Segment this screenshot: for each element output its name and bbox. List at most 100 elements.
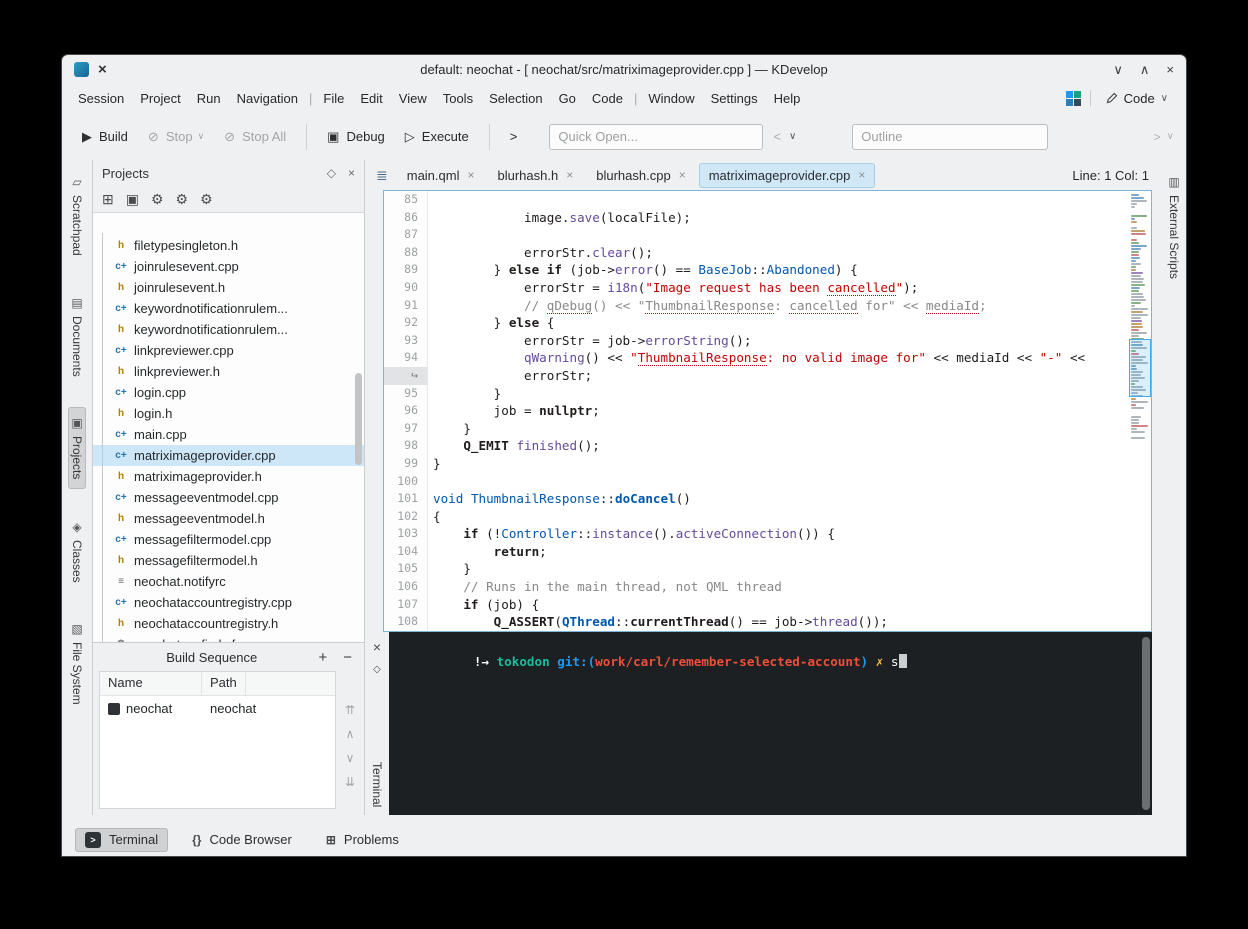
tree-item-neochatconfig-kcfg[interactable]: ⚙neochatconfig.kcfg <box>93 634 364 642</box>
column-header-path[interactable]: Path <box>202 672 246 695</box>
minimap-viewport[interactable] <box>1129 339 1151 397</box>
remove-icon[interactable]: − <box>343 649 352 666</box>
chevron-down-icon[interactable]: ∨ <box>789 131 796 142</box>
tree-item-login-cpp[interactable]: c+login.cpp <box>93 382 364 403</box>
terminal-scrollbar[interactable] <box>1142 637 1150 810</box>
tree-item-keywordnotificationrulem[interactable]: c+keywordnotificationrulem... <box>93 298 364 319</box>
editor-tab-main-qml[interactable]: main.qml× <box>397 163 485 188</box>
chevron-down-icon[interactable]: ∨ <box>1167 131 1174 142</box>
close-icon[interactable]: × <box>373 640 381 654</box>
area-code-dropdown[interactable]: Code ∨ <box>1100 87 1174 110</box>
editor-tab-blurhash-h[interactable]: blurhash.h× <box>488 163 584 188</box>
statusbar-problems[interactable]: ⊞Problems <box>316 828 409 851</box>
tree-item-neochat-notifyrc[interactable]: ≡neochat.notifyrc <box>93 571 364 592</box>
tree-item-matriximageprovider-cpp[interactable]: c+matriximageprovider.cpp <box>93 445 364 466</box>
new-item-icon[interactable]: ⊞ <box>102 191 114 208</box>
menu-help[interactable]: Help <box>766 86 809 111</box>
float-icon[interactable]: ◇ <box>373 664 381 675</box>
toolbar-button-label: Debug <box>346 129 384 144</box>
tree-item-login-h[interactable]: hlogin.h <box>93 403 364 424</box>
dock-tab-documents[interactable]: ▤Documents <box>68 287 86 386</box>
dock-tab-classes[interactable]: ◈Classes <box>68 511 86 592</box>
tree-item-messagefiltermodel-h[interactable]: hmessagefiltermodel.h <box>93 550 364 571</box>
close-button[interactable]: × <box>1166 63 1174 76</box>
menu-file[interactable]: File <box>315 86 352 111</box>
tree-item-filetypesingleton-h[interactable]: hfiletypesingleton.h <box>93 235 364 256</box>
locate-document-icon[interactable]: ▣ <box>126 191 139 208</box>
chevron-down-icon: ∨ <box>198 132 205 141</box>
tree-item-linkpreviewer-cpp[interactable]: c+linkpreviewer.cpp <box>93 340 364 361</box>
build-set-icon[interactable]: ⚙ <box>151 191 164 208</box>
configure-icon[interactable]: ⚙ <box>200 191 213 208</box>
menu-edit[interactable]: Edit <box>352 86 390 111</box>
tree-item-messageeventmodel-cpp[interactable]: c+messageeventmodel.cpp <box>93 487 364 508</box>
code-row: 108 Q_ASSERT(QThread::currentThread() ==… <box>384 613 1129 631</box>
tree-item-keywordnotificationrulem[interactable]: hkeywordnotificationrulem... <box>93 319 364 340</box>
close-icon[interactable]: × <box>348 166 355 180</box>
editor-view[interactable]: 8586 image.save(localFile);8788 errorStr… <box>383 190 1152 632</box>
toolbar-button-stop[interactable]: ⊘Stop∨ <box>140 122 212 151</box>
move-top-icon[interactable]: ⇈ <box>345 703 355 717</box>
tree-item-neochataccountregistry-cpp[interactable]: c+neochataccountregistry.cpp <box>93 592 364 613</box>
move-down-icon[interactable]: ∨ <box>346 751 355 765</box>
tree-item-linkpreviewer-h[interactable]: hlinkpreviewer.h <box>93 361 364 382</box>
float-icon[interactable]: ◇ <box>327 166 336 180</box>
menu-code[interactable]: Code <box>584 86 631 111</box>
add-icon[interactable]: + <box>318 649 327 666</box>
move-up-icon[interactable]: ∧ <box>346 727 355 741</box>
table-row[interactable]: neochatneochat <box>100 696 335 721</box>
tree-item-matriximageprovider-h[interactable]: hmatriximageprovider.h <box>93 466 364 487</box>
close-icon[interactable]: × <box>679 168 686 182</box>
menu-navigation[interactable]: Navigation <box>229 86 306 111</box>
menu-session[interactable]: Session <box>70 86 132 111</box>
toolbar-button-build[interactable]: ▶Build <box>74 122 136 151</box>
tree-item-neochataccountregistry-h[interactable]: hneochataccountregistry.h <box>93 613 364 634</box>
menu-project[interactable]: Project <box>132 86 188 111</box>
menu-tools[interactable]: Tools <box>435 86 481 111</box>
dock-tab-external-scripts[interactable]: ▥External Scripts <box>1165 166 1183 288</box>
toolbar-button-debug[interactable]: ▣Debug <box>319 122 393 151</box>
toolbar-button-stop-all[interactable]: ⊘Stop All <box>216 122 294 151</box>
statusbar-code-browser[interactable]: {}Code Browser <box>182 828 302 851</box>
tree-item-joinrulesevent-h[interactable]: hjoinrulesevent.h <box>93 277 364 298</box>
quick-open-input[interactable] <box>549 124 763 150</box>
menu-view[interactable]: View <box>391 86 435 111</box>
tree-item-messageeventmodel-h[interactable]: hmessageeventmodel.h <box>93 508 364 529</box>
minimap[interactable] <box>1129 191 1151 631</box>
dock-tab-projects[interactable]: ▣Projects <box>68 407 86 488</box>
minimize-button[interactable]: ∨ <box>1113 63 1123 76</box>
menu-window[interactable]: Window <box>640 86 702 111</box>
tree-item-joinrulesevent-cpp[interactable]: c+joinrulesevent.cpp <box>93 256 364 277</box>
terminal-screen[interactable]: !→ tokodon git:(work/carl/remember-selec… <box>389 632 1152 815</box>
menu-run[interactable]: Run <box>189 86 229 111</box>
tree-item-messagefiltermodel-cpp[interactable]: c+messagefiltermodel.cpp <box>93 529 364 550</box>
tree-item-main-cpp[interactable]: c+main.cpp <box>93 424 364 445</box>
chevron-right-icon[interactable]: > <box>1154 130 1161 144</box>
menu-go[interactable]: Go <box>551 86 584 111</box>
close-icon[interactable]: × <box>566 168 573 182</box>
area-switcher-icon[interactable] <box>1066 91 1081 106</box>
menu-selection[interactable]: Selection <box>481 86 550 111</box>
editor-tab-matriximageprovider-cpp[interactable]: matriximageprovider.cpp× <box>699 163 876 188</box>
move-bottom-icon[interactable]: ⇊ <box>345 775 355 789</box>
statusbar-terminal[interactable]: >Terminal <box>75 828 168 852</box>
close-icon[interactable]: × <box>858 168 865 182</box>
dock-tab-file-system[interactable]: ▧File System <box>68 613 86 714</box>
minimap-bar <box>1131 251 1139 253</box>
editor-tab-blurhash-cpp[interactable]: blurhash.cpp× <box>586 163 695 188</box>
menu-settings[interactable]: Settings <box>703 86 766 111</box>
toolbar-button-execute[interactable]: ▷Execute <box>397 122 477 151</box>
settings-icon[interactable]: ⚙ <box>176 191 189 208</box>
chevron-left-icon[interactable]: < <box>773 129 781 144</box>
tree-indent-guide <box>102 233 103 642</box>
column-header-name[interactable]: Name <box>100 672 202 695</box>
document-list-icon[interactable]: ≣ <box>370 163 394 188</box>
tree-scrollbar[interactable] <box>355 373 362 465</box>
close-icon[interactable]: × <box>467 168 474 182</box>
line-number: 93 <box>384 332 428 350</box>
outline-input[interactable] <box>852 124 1048 150</box>
line-number: 108 <box>384 613 428 631</box>
toolbar-button-[interactable]: > <box>502 122 526 151</box>
dock-tab-scratchpad[interactable]: ▱Scratchpad <box>68 166 86 265</box>
maximize-button[interactable]: ∧ <box>1140 63 1150 76</box>
